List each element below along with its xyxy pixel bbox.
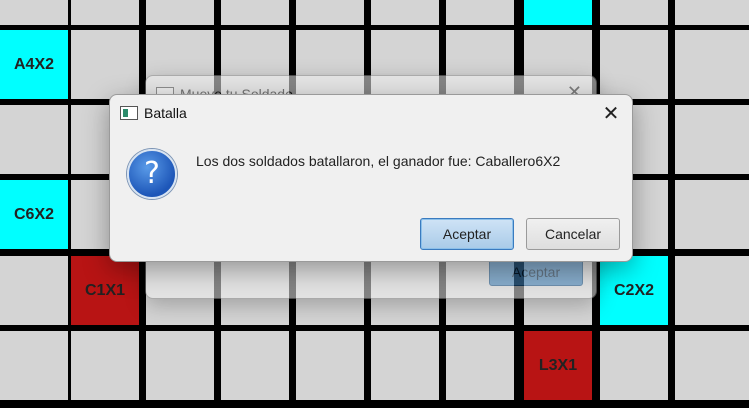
dialog-titlebar[interactable]: Batalla ✕ — [110, 95, 632, 133]
piece-label: C1X1 — [84, 281, 126, 299]
board-cell[interactable] — [371, 0, 439, 25]
piece-c2x2[interactable]: C2X2 — [600, 256, 668, 325]
board-cell[interactable] — [0, 256, 68, 325]
board-cell[interactable] — [446, 331, 514, 400]
board-cell[interactable] — [146, 331, 214, 400]
board-cell[interactable] — [71, 0, 139, 25]
board-cell[interactable] — [675, 0, 749, 25]
board-cell[interactable] — [600, 331, 668, 400]
board-cell[interactable] — [296, 0, 364, 25]
board-cell[interactable] — [221, 0, 289, 25]
battle-message: Los dos soldados batallaron, el ganador … — [196, 153, 561, 169]
battle-dialog: Batalla ✕ ? Los dos soldados batallaron,… — [109, 94, 633, 262]
piece-a4x2[interactable]: A4X2 — [0, 30, 68, 99]
board-cell[interactable] — [675, 30, 749, 99]
accept-button[interactable]: Aceptar — [489, 258, 583, 286]
dialog-title: Batalla — [144, 105, 187, 121]
piece-c1x1[interactable]: C1X1 — [71, 256, 139, 325]
board-cell[interactable] — [146, 0, 214, 25]
board-cell[interactable] — [371, 331, 439, 400]
board-cell[interactable] — [524, 0, 592, 25]
board-cell[interactable] — [600, 30, 668, 99]
piece-label: L3X1 — [538, 356, 578, 374]
board-cell[interactable] — [600, 0, 668, 25]
board-cell[interactable] — [71, 30, 139, 99]
piece-label: C6X2 — [13, 205, 55, 223]
piece-label: A4X2 — [13, 55, 55, 73]
piece-c6x2[interactable]: C6X2 — [0, 180, 68, 249]
board-cell[interactable] — [675, 105, 749, 174]
piece-label: C2X2 — [613, 281, 655, 299]
board-cell[interactable] — [0, 0, 68, 25]
board-cell[interactable] — [675, 180, 749, 249]
accept-button[interactable]: Aceptar — [420, 218, 514, 250]
piece-l3x1[interactable]: L3X1 — [524, 331, 592, 400]
board-cell[interactable] — [0, 105, 68, 174]
board-cell[interactable] — [71, 331, 139, 400]
board-cell[interactable] — [221, 331, 289, 400]
cancel-button[interactable]: Cancelar — [526, 218, 620, 250]
board-cell[interactable] — [675, 331, 749, 400]
window-icon — [120, 106, 138, 120]
question-icon: ? — [127, 149, 177, 199]
close-icon[interactable]: ✕ — [596, 99, 626, 127]
board-cell[interactable] — [675, 256, 749, 325]
board-cell[interactable] — [0, 331, 68, 400]
board-cell[interactable] — [296, 331, 364, 400]
board-cell[interactable] — [446, 0, 514, 25]
